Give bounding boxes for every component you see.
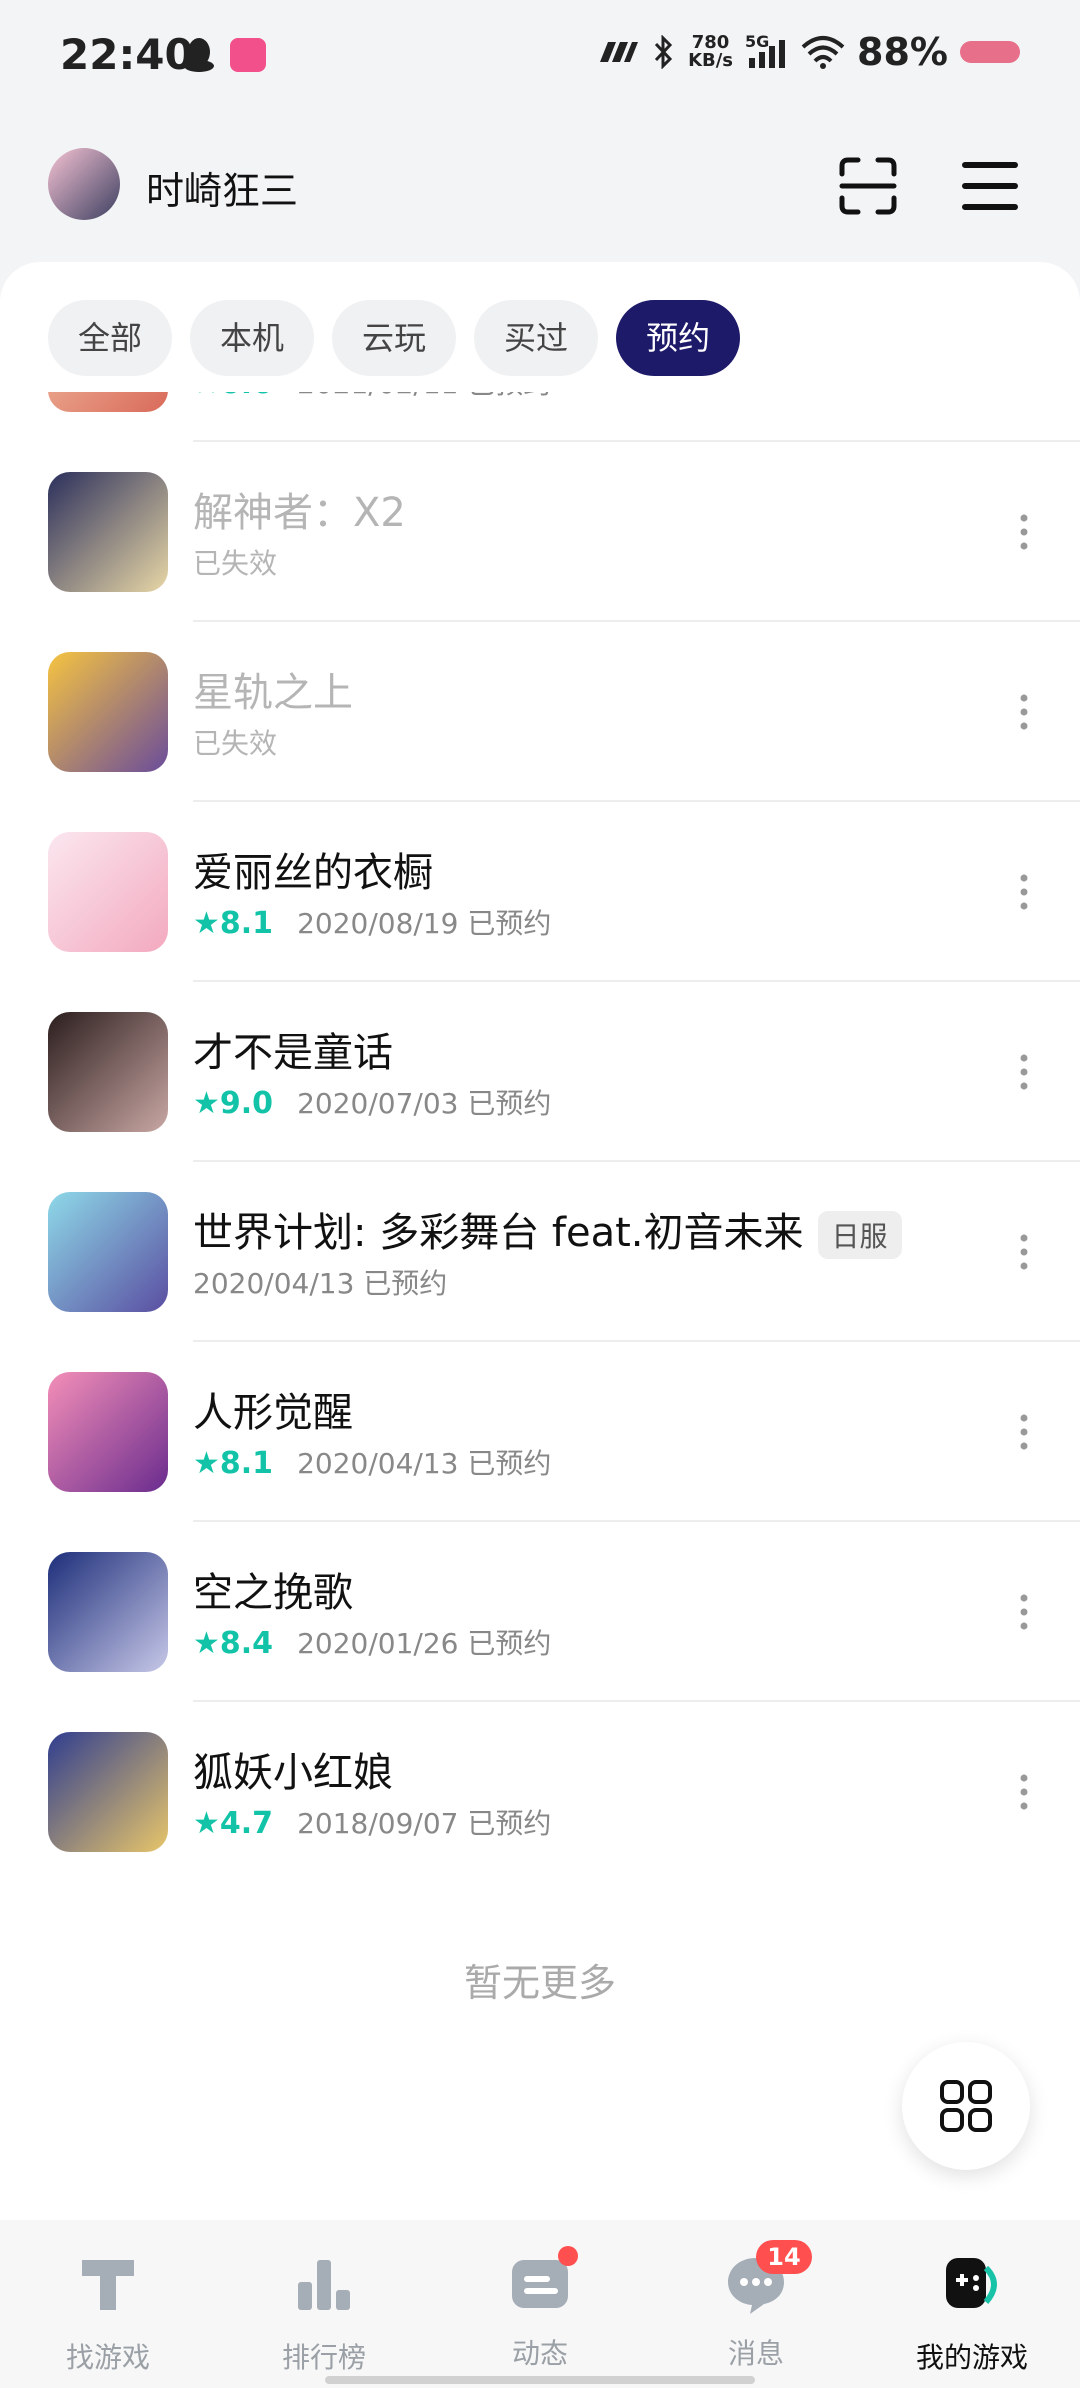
nav-feed[interactable]: 动态 [432,2246,648,2372]
status-time: 22:40 [60,30,194,79]
status-right: 780 KB/s 5G 88% [596,30,1020,74]
filter-tabs: 全部 本机 云玩 买过 预约 [48,300,741,376]
more-icon[interactable] [1018,1232,1030,1272]
nav-find-game[interactable]: 找游戏 [0,2250,216,2376]
game-title: 世界计划: 多彩舞台 feat.初音未来 日服 [193,1200,902,1259]
tab-local[interactable]: 本机 [190,300,315,376]
list-item[interactable]: 空之挽歌 ★8.4 2020/01/26 已预约 [0,1522,1080,1702]
game-icon [48,832,168,952]
game-status: 已失效 [193,727,278,760]
main-card: 全部 本机 云玩 买过 预约 ★6.62021/02/11 已预约 解神者：X2… [0,262,1080,2222]
menu-icon[interactable] [960,160,1020,212]
avatar[interactable] [48,148,120,220]
nav-messages[interactable]: 14 消息 [648,2240,864,2372]
rating: ★9.0 [193,1086,274,1121]
game-icon [48,472,168,592]
game-subtitle: ★8.1 2020/08/19 已预约 [193,906,552,941]
game-icon [48,1732,168,1852]
game-title: 空之挽歌 [193,1570,353,1616]
list-item[interactable]: ★6.62021/02/11 已预约 [0,392,1080,442]
my-games-icon [946,2258,997,2308]
list-item[interactable]: 狐妖小红娘 ★4.7 2018/09/07 已预约 [0,1702,1080,1882]
game-title: 星轨之上 [193,670,353,716]
game-icon [48,1012,168,1132]
tab-all[interactable]: 全部 [48,300,173,376]
list-item[interactable]: 才不是童话 ★9.0 2020/07/03 已预约 [0,982,1080,1162]
rating: ★4.7 [193,1806,274,1841]
more-icon[interactable] [1018,1592,1030,1632]
tab-cloud[interactable]: 云玩 [332,300,457,376]
game-icon [48,1372,168,1492]
bilibili-icon [230,38,266,72]
more-icon[interactable] [1018,872,1030,912]
more-icon[interactable] [1018,1772,1030,1812]
tab-reserved[interactable]: 预约 [616,300,741,376]
region-badge: 日服 [817,1211,902,1259]
find-game-icon [82,2260,134,2310]
game-title: 人形觉醒 [193,1390,353,1436]
ranking-icon [298,2260,350,2310]
scan-icon[interactable] [838,156,898,216]
rating: ★8.4 [193,1626,274,1661]
list-item[interactable]: 世界计划: 多彩舞台 feat.初音未来 日服 2020/04/13 已预约 [0,1162,1080,1342]
qq-icon [184,38,214,72]
signal-5g-icon: 5G [745,32,789,70]
game-subtitle: ★8.4 2020/01/26 已预约 [193,1626,552,1661]
game-subtitle: ★8.1 2020/04/13 已预约 [193,1446,552,1481]
nav-my-games[interactable]: 我的游戏 [864,2250,1080,2376]
game-title: 爱丽丝的衣橱 [193,850,433,896]
more-icon[interactable] [1018,692,1030,732]
list-item[interactable]: 解神者：X2 已失效 [0,442,1080,622]
bluetooth-icon [654,35,673,69]
game-subtitle: ★9.0 2020/07/03 已预约 [193,1086,552,1121]
nav-ranking[interactable]: 排行榜 [216,2250,432,2376]
bottom-nav: 找游戏 排行榜 动态 14 消息 我的游戏 [0,2220,1080,2388]
game-title: 才不是童话 [193,1030,393,1076]
battery-icon [960,41,1020,63]
game-icon [48,652,168,772]
header: 时崎狂三 [0,120,1080,260]
game-subtitle: ★6.62021/02/11 已预约 [193,392,551,402]
rating: ★8.1 [193,906,274,941]
wifi-icon [801,36,845,69]
game-icon [48,1192,168,1312]
more-icon[interactable] [1018,1412,1030,1452]
status-bar: 22:40 780 KB/s 5G 88% [0,0,1080,120]
game-title: 狐妖小红娘 [193,1750,393,1796]
nfc-icon [600,42,639,62]
game-list: ★6.62021/02/11 已预约 解神者：X2 已失效 星轨之上 已失效 爱… [0,392,1080,2152]
notification-dot [558,2246,578,2266]
game-icon [48,1552,168,1672]
more-icon[interactable] [1018,1052,1030,1092]
grid-fab[interactable] [902,2042,1030,2170]
grid-icon [940,2080,992,2132]
game-title: 解神者：X2 [193,490,406,536]
username[interactable]: 时崎狂三 [146,160,298,215]
home-indicator[interactable] [325,2376,755,2384]
game-icon [48,392,168,412]
no-more-text: 暂无更多 [463,1961,616,2005]
list-item[interactable]: 人形觉醒 ★8.1 2020/04/13 已预约 [0,1342,1080,1522]
battery-percent: 88% [857,30,948,74]
feed-icon [506,2246,578,2318]
list-item[interactable]: 星轨之上 已失效 [0,622,1080,802]
game-subtitle: ★4.7 2018/09/07 已预约 [193,1806,552,1841]
net-speed: 780 KB/s [688,32,734,71]
message-count-badge: 14 [756,2240,812,2274]
list-item[interactable]: 爱丽丝的衣橱 ★8.1 2020/08/19 已预约 [0,802,1080,982]
tab-purchased[interactable]: 买过 [474,300,599,376]
more-icon[interactable] [1018,512,1030,552]
rating: ★6.6 [193,392,273,401]
message-icon: 14 [722,2240,812,2318]
game-status: 已失效 [193,547,278,580]
game-status: 2020/04/13 已预约 [193,1267,448,1300]
rating: ★8.1 [193,1446,274,1481]
